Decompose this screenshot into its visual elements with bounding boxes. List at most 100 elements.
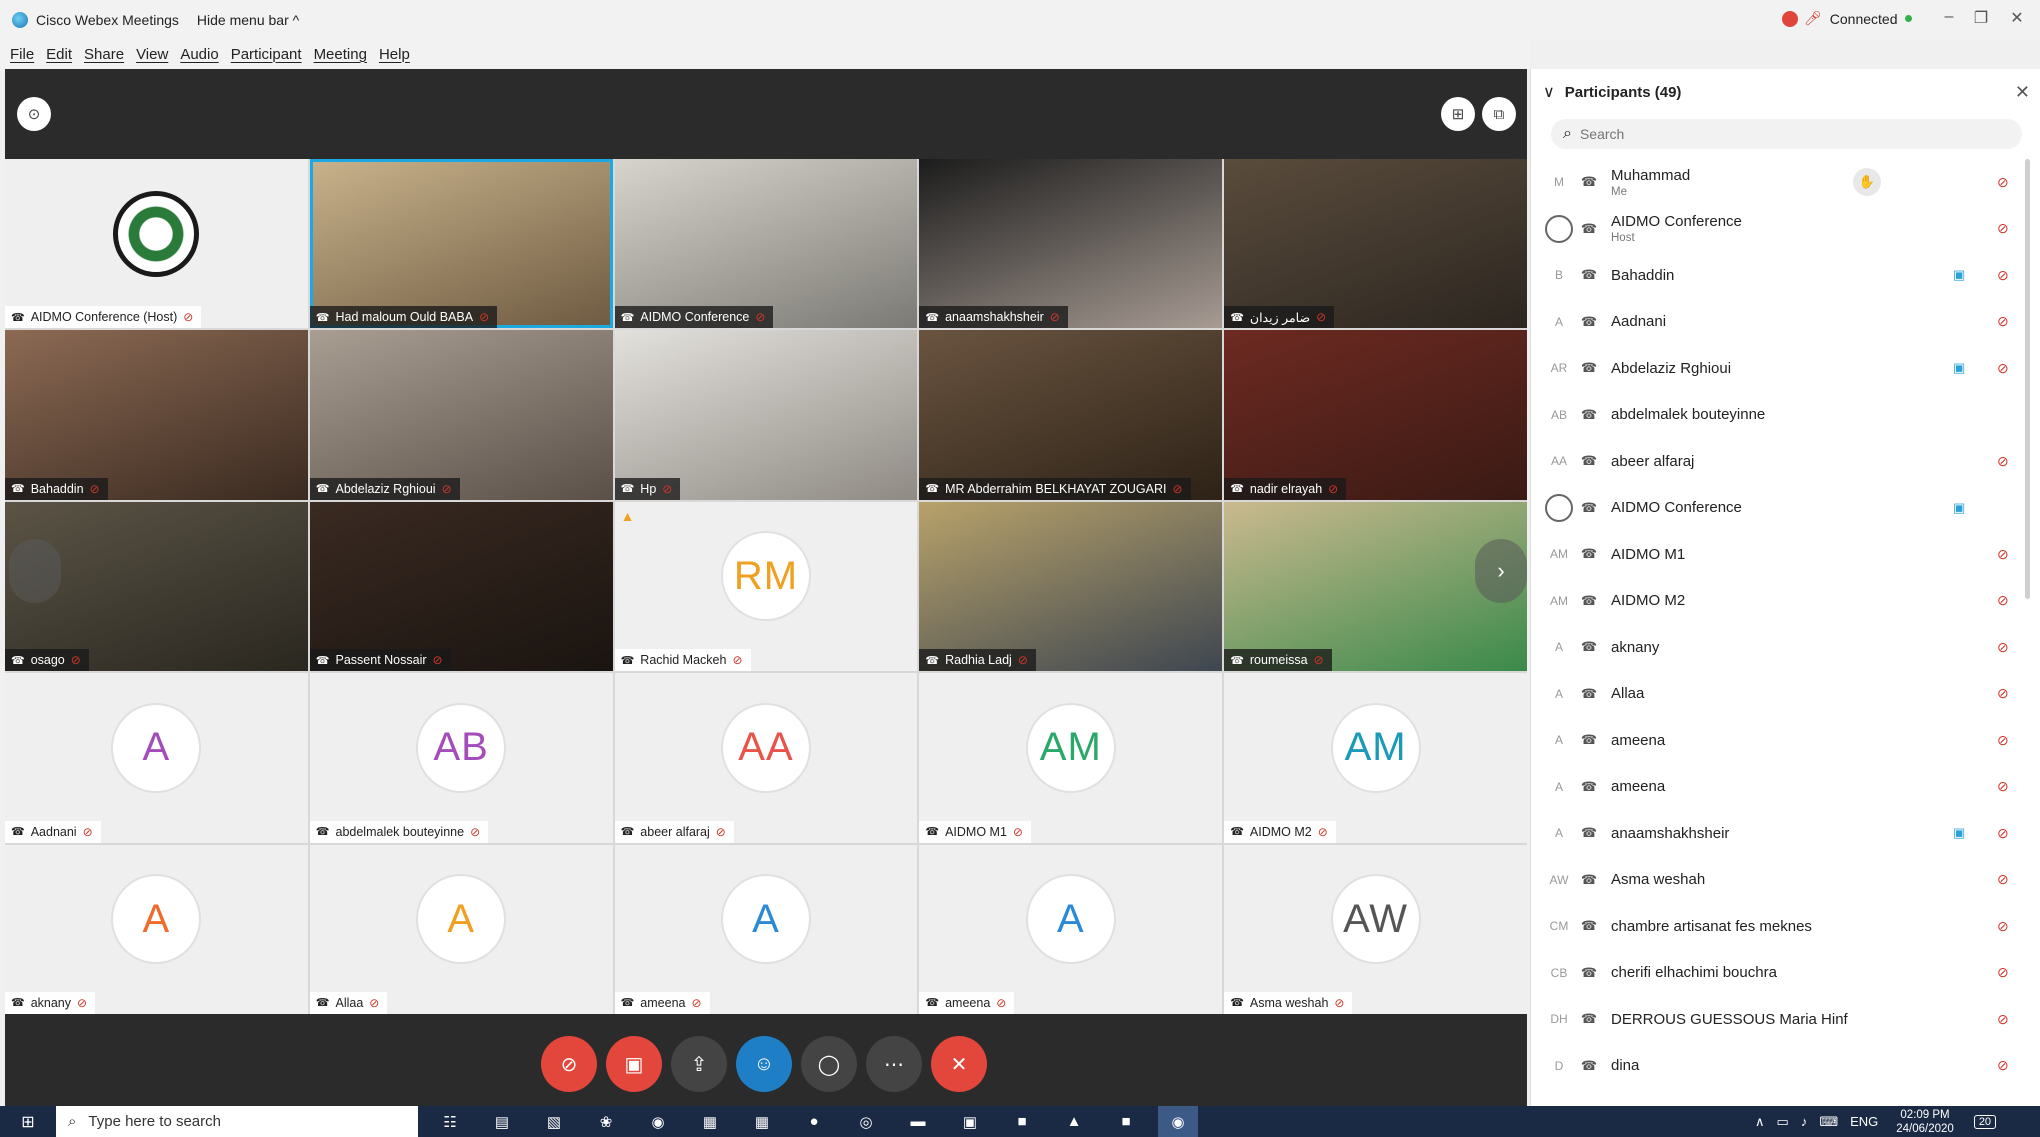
mic-muted-icon[interactable]: ⊘ bbox=[1997, 964, 2009, 981]
chevron-up-icon[interactable]: ∧ bbox=[1755, 1114, 1765, 1130]
participant-row[interactable]: AR ☎ Abdelaziz Rghioui ▣ ⊘ bbox=[1531, 345, 2031, 392]
participant-row[interactable]: ☎ AIDMO Conference Host ⊘ bbox=[1531, 206, 2031, 253]
video-tile[interactable]: A ☎ ameena ⊘ bbox=[919, 844, 1223, 1014]
participant-row[interactable]: AA ☎ abeer alfaraj ⊘ bbox=[1531, 438, 2031, 485]
webex-meetings-taskbar-icon[interactable]: ◉ bbox=[1158, 1106, 1198, 1137]
mic-muted-icon[interactable]: ⊘ bbox=[1997, 732, 2009, 749]
close-window-button[interactable]: ✕ bbox=[2006, 8, 2028, 28]
video-tile[interactable]: A ☎ ameena ⊘ bbox=[614, 844, 918, 1014]
video-tile[interactable]: AA ☎ abeer alfaraj ⊘ bbox=[614, 673, 918, 843]
video-tile[interactable]: ☎ Bahaddin ⊘ bbox=[5, 330, 308, 500]
start-button[interactable]: ⊞ bbox=[0, 1106, 56, 1137]
mic-muted-icon[interactable]: ⊘ bbox=[1997, 825, 2009, 842]
mic-muted-icon[interactable]: ⊘ bbox=[1997, 918, 2009, 935]
participant-row[interactable]: CM ☎ chambre artisanat fes meknes ⊘ bbox=[1531, 903, 2031, 950]
stop-video-button[interactable]: ▣ bbox=[606, 1036, 662, 1092]
menu-audio[interactable]: Audio bbox=[180, 46, 218, 63]
participant-search[interactable]: ⌕ bbox=[1551, 119, 2022, 149]
video-tile[interactable]: ☎ AIDMO Conference ⊘ bbox=[614, 159, 918, 329]
mic-muted-icon[interactable]: ⊘ bbox=[1997, 453, 2009, 470]
menu-file[interactable]: File bbox=[10, 46, 34, 63]
layout-button[interactable]: ⧉ bbox=[1482, 97, 1516, 131]
video-tile[interactable]: AM ☎ AIDMO M2 ⊘ bbox=[1224, 673, 1527, 843]
menu-share[interactable]: Share bbox=[84, 46, 124, 63]
mic-muted-icon[interactable]: ⊘ bbox=[1997, 1011, 2009, 1028]
mic-muted-icon[interactable]: ⊘ bbox=[1997, 360, 2009, 377]
video-tile[interactable]: ☎ Had maloum Ould BABA ⊘ bbox=[309, 159, 613, 329]
video-tile[interactable]: A ☎ Allaa ⊘ bbox=[309, 844, 613, 1014]
mic-muted-icon[interactable]: ⊘ bbox=[1997, 220, 2009, 237]
taskbar-search[interactable]: ⌕ Type here to search bbox=[56, 1106, 418, 1137]
participant-row[interactable]: AM ☎ AIDMO M2 ⊘ bbox=[1531, 578, 2031, 625]
participant-list-scrollbar[interactable] bbox=[2025, 159, 2030, 599]
video-tile[interactable]: ☎ Radhia Ladj ⊘ bbox=[919, 501, 1223, 672]
menu-edit[interactable]: Edit bbox=[46, 46, 72, 63]
participant-row[interactable]: D ☎ dina ⊘ bbox=[1531, 1043, 2031, 1090]
mic-muted-icon[interactable]: ⊘ bbox=[1997, 1057, 2009, 1074]
volume-icon[interactable]: ♪ bbox=[1801, 1114, 1808, 1129]
menu-meeting[interactable]: Meeting bbox=[314, 46, 367, 63]
video-tile[interactable]: ☎ Abdelaziz Rghioui ⊘ bbox=[309, 330, 613, 500]
mic-muted-icon[interactable]: ⊘ bbox=[1997, 267, 2009, 284]
video-tile[interactable]: ☎ ضامر زيدان ⊘ bbox=[1224, 159, 1527, 329]
participant-row[interactable]: CB ☎ cherifi elhachimi bouchra ⊘ bbox=[1531, 950, 2031, 997]
language-indicator[interactable]: ENG bbox=[1850, 1114, 1878, 1129]
video-tile[interactable]: ☎ nadir elrayah ⊘ bbox=[1224, 330, 1527, 500]
mic-muted-icon[interactable]: ⊘ bbox=[1997, 639, 2009, 656]
calculator-icon[interactable]: ▦ bbox=[742, 1106, 782, 1137]
acrobat-icon[interactable]: ▲ bbox=[1054, 1106, 1094, 1137]
video-tile[interactable]: ☎ anaamshakhsheir ⊘ bbox=[919, 159, 1223, 329]
mic-muted-icon[interactable]: ⊘ bbox=[1997, 174, 2009, 191]
participant-row[interactable]: AW ☎ Asma weshah ⊘ bbox=[1531, 857, 2031, 904]
video-tile[interactable]: A ☎ aknany ⊘ bbox=[5, 844, 308, 1014]
menu-help[interactable]: Help bbox=[379, 46, 410, 63]
prev-page-button[interactable] bbox=[9, 539, 61, 603]
photoshop-icon[interactable]: ■ bbox=[1002, 1106, 1042, 1137]
participant-row[interactable]: B ☎ Bahaddin ▣ ⊘ bbox=[1531, 252, 2031, 299]
chrome-icon[interactable]: ◎ bbox=[846, 1106, 886, 1137]
panel-close-button[interactable]: ✕ bbox=[2015, 82, 2030, 103]
share-button[interactable]: ⇪ bbox=[671, 1036, 727, 1092]
more-options-button[interactable]: ⋯ bbox=[866, 1036, 922, 1092]
chevron-down-icon[interactable]: ∨ bbox=[1543, 82, 1555, 102]
file-explorer-icon[interactable]: ▬ bbox=[898, 1106, 938, 1137]
minimize-button[interactable]: – bbox=[1938, 8, 1960, 26]
chat-button[interactable]: ◯ bbox=[801, 1036, 857, 1092]
paint-app-icon[interactable]: ❀ bbox=[586, 1106, 626, 1137]
mic-muted-icon[interactable]: ⊘ bbox=[1997, 871, 2009, 888]
clock[interactable]: 02:09 PM 24/06/2020 bbox=[1896, 1108, 1954, 1136]
video-tile[interactable]: AW ☎ Asma weshah ⊘ bbox=[1224, 844, 1527, 1014]
video-tile[interactable]: RM ▲ ☎ Rachid Mackeh ⊘ bbox=[614, 501, 918, 672]
participant-row[interactable]: A ☎ aknany ⊘ bbox=[1531, 624, 2031, 671]
grid-view-button[interactable]: ⊞ bbox=[1441, 97, 1475, 131]
menu-participant[interactable]: Participant bbox=[231, 46, 302, 63]
meeting-info-button[interactable]: ⊙ bbox=[17, 97, 51, 131]
desktop-app-icon[interactable]: ▤ bbox=[482, 1106, 522, 1137]
mic-muted-icon[interactable]: ⊘ bbox=[1997, 592, 2009, 609]
video-tile[interactable]: ☎ Passent Nossair ⊘ bbox=[309, 501, 613, 672]
app-icon[interactable]: ▦ bbox=[690, 1106, 730, 1137]
r-app-icon[interactable]: ■ bbox=[1106, 1106, 1146, 1137]
video-tile[interactable]: AM ☎ AIDMO M1 ⊘ bbox=[919, 673, 1223, 843]
participant-row[interactable]: AB ☎ abdelmalek bouteyinne bbox=[1531, 392, 2031, 439]
notification-count[interactable]: 20 bbox=[1973, 1114, 1997, 1129]
mute-button[interactable]: ⊘ bbox=[541, 1036, 597, 1092]
network-icon[interactable]: ▭ bbox=[1777, 1114, 1789, 1130]
participant-row[interactable]: A ☎ Aadnani ⊘ bbox=[1531, 299, 2031, 346]
participant-row[interactable]: M ☎ Muhammad Me ✋ ⊘ bbox=[1531, 159, 2031, 206]
mic-muted-icon[interactable]: ⊘ bbox=[1997, 685, 2009, 702]
menu-view[interactable]: View bbox=[136, 46, 168, 63]
video-tile[interactable]: ☎ AIDMO Conference (Host) ⊘ bbox=[5, 159, 308, 329]
video-tile[interactable]: AB ☎ abdelmalek bouteyinne ⊘ bbox=[309, 673, 613, 843]
hide-menu-bar-button[interactable]: Hide menu bar ^ bbox=[193, 10, 303, 30]
whatsapp-icon[interactable]: ● bbox=[794, 1106, 834, 1137]
video-tile[interactable]: ☎ MR Abderrahim BELKHAYAT ZOUGARI ⊘ bbox=[919, 330, 1223, 500]
search-input[interactable] bbox=[1579, 126, 1960, 142]
participant-row[interactable]: A ☎ Allaa ⊘ bbox=[1531, 671, 2031, 718]
video-tile[interactable]: ☎ Hp ⊘ bbox=[614, 330, 918, 500]
keyboard-icon[interactable]: ⌨ bbox=[1819, 1114, 1838, 1130]
participant-row[interactable]: ☎ AIDMO Conference ▣ bbox=[1531, 485, 2031, 532]
participant-row[interactable]: AM ☎ AIDMO M1 ⊘ bbox=[1531, 531, 2031, 578]
mic-muted-icon[interactable]: ⊘ bbox=[1997, 546, 2009, 563]
pdf-app-icon[interactable]: ▧ bbox=[534, 1106, 574, 1137]
